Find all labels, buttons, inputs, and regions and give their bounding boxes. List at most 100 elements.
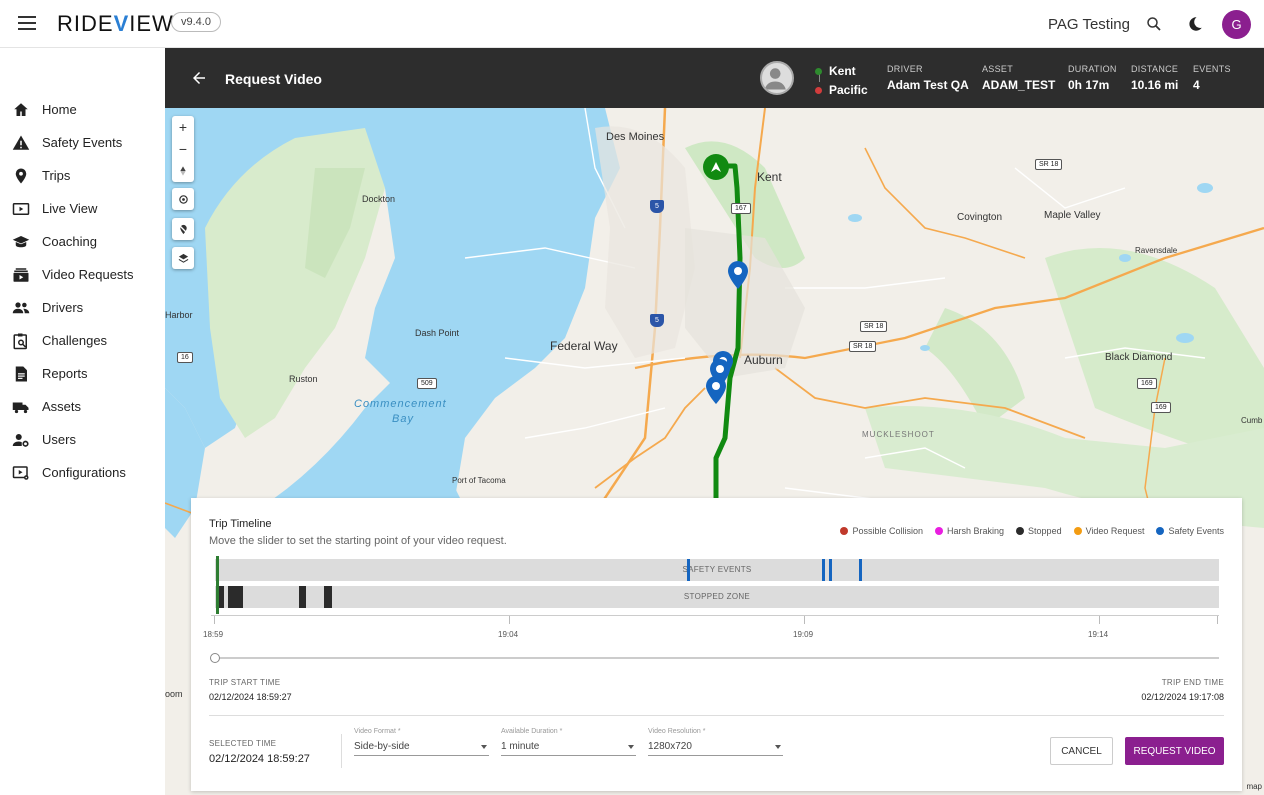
sidebar-item-safety-events[interactable]: Safety Events [0, 126, 165, 159]
timeline-legend: Possible Collision Harsh Braking Stopped… [840, 526, 1224, 536]
sidebar-item-label: Home [42, 102, 77, 117]
map-attribution: map [1246, 782, 1262, 791]
map-label-maple-valley: Maple Valley [1044, 210, 1101, 221]
request-video-button[interactable]: REQUEST VIDEO [1125, 737, 1224, 765]
driver-value: Adam Test QA [887, 78, 969, 92]
timeline-tick [214, 616, 215, 624]
safety-event-mark[interactable] [829, 559, 832, 581]
interstate-shield-i5: 5 [650, 314, 664, 327]
legend-label: Safety Events [1168, 526, 1224, 536]
destination-dot [815, 87, 822, 95]
time-slider-handle[interactable] [210, 653, 220, 663]
clipboard-search-icon [13, 333, 27, 349]
zoom-in-button[interactable]: + [172, 116, 194, 138]
trip-start-marker[interactable] [703, 154, 729, 180]
map-label-black-diamond: Black Diamond [1105, 352, 1173, 363]
selected-time-value: 02/12/2024 18:59:27 [209, 753, 310, 765]
timeline-tick-label: 19:04 [498, 630, 519, 639]
event-marker-1[interactable] [728, 261, 748, 289]
map-label-ravensdale: Ravensdale [1135, 246, 1178, 255]
compass-icon [180, 166, 186, 176]
back-arrow-icon[interactable] [190, 69, 208, 87]
sidebar-item-home[interactable]: Home [0, 93, 165, 126]
sidebar-item-coaching[interactable]: Coaching [0, 225, 165, 258]
highway-shield-sr18: SR 18 [1035, 159, 1063, 170]
sidebar-item-users[interactable]: Users [0, 423, 165, 456]
resolution-select[interactable]: Video Resolution * 1280x720 [648, 728, 783, 756]
layers-button[interactable] [172, 247, 194, 269]
map-label-ruston: Ruston [289, 374, 318, 384]
stopped-zone-track-label: STOPPED ZONE [683, 592, 751, 601]
resolution-value[interactable]: 1280x720 [648, 741, 783, 756]
search-icon[interactable] [1145, 15, 1163, 33]
map-label-harbor: Harbor [165, 310, 193, 320]
map-label-covington: Covington [957, 212, 1003, 223]
legend-stopped: Stopped [1016, 526, 1062, 536]
stopped-zone-mark[interactable] [228, 586, 243, 608]
duration-label: DURATION [1068, 64, 1117, 74]
sidebar-item-label: Drivers [42, 300, 84, 315]
menu-icon[interactable] [18, 16, 36, 30]
location-off-button[interactable] [172, 218, 194, 240]
rideview-logo[interactable]: RIDEVIEW [57, 11, 174, 37]
timeline-cursor[interactable] [216, 556, 219, 614]
origin-dot [815, 68, 822, 76]
sidebar-item-challenges[interactable]: Challenges [0, 324, 165, 357]
video-format-select[interactable]: Video Format * Side-by-side [354, 728, 489, 756]
legend-dot [1073, 527, 1082, 535]
duration-meta: DURATION 0h 17m [1068, 64, 1117, 92]
sidebar-item-label: Trips [42, 168, 71, 183]
event-marker-4[interactable] [706, 376, 726, 404]
compass-button[interactable] [172, 160, 194, 182]
stopped-zone-mark[interactable] [299, 586, 306, 608]
cancel-button[interactable]: CANCEL [1050, 737, 1113, 765]
video-settings-icon [12, 465, 29, 480]
time-slider-track[interactable] [215, 657, 1219, 659]
video-format-value[interactable]: Side-by-side [354, 741, 489, 756]
map-label-cumb: Cumb [1241, 416, 1263, 425]
highway-shield-169: 169 [1137, 378, 1157, 389]
duration-value: 0h 17m [1068, 78, 1110, 92]
page-title: Request Video [225, 71, 322, 87]
trip-end-time: TRIP END TIME 02/12/2024 19:17:08 [1141, 678, 1224, 702]
stopped-zone-mark[interactable] [324, 586, 332, 608]
map-label-auburn: Auburn [744, 353, 783, 367]
timeline-tick-label: 19:14 [1088, 630, 1109, 639]
organization-name[interactable]: PAG Testing [1048, 16, 1130, 33]
sidebar-item-video-requests[interactable]: Video Requests [0, 258, 165, 291]
legend-video-request: Video Request [1073, 526, 1144, 536]
sidebar-item-label: Coaching [42, 234, 97, 249]
top-app-bar: RIDEVIEW v9.4.0 PAG Testing G [0, 0, 1264, 48]
distance-label: DISTANCE [1131, 64, 1179, 74]
driver-meta: DRIVER Adam Test QA [887, 64, 969, 92]
trip-timeline-panel: Trip Timeline Move the slider to set the… [191, 498, 1242, 791]
duration-select[interactable]: Available Duration * 1 minute [501, 728, 636, 756]
sidebar-item-live-view[interactable]: Live View [0, 192, 165, 225]
zoom-controls: + − [172, 116, 194, 182]
driver-avatar [760, 61, 794, 95]
asset-value: ADAM_TEST [982, 78, 1056, 92]
events-label: EVENTS [1193, 64, 1231, 74]
person-icon [764, 68, 786, 90]
dark-mode-icon[interactable] [1186, 15, 1204, 33]
sidebar: Home Safety Events Trips Live View Coach… [0, 48, 165, 795]
locate-button[interactable] [172, 188, 194, 210]
user-avatar[interactable]: G [1222, 10, 1251, 39]
safety-event-mark[interactable] [687, 559, 690, 581]
zoom-out-button[interactable]: − [172, 138, 194, 160]
truck-icon [12, 402, 29, 413]
sidebar-item-label: Video Requests [42, 267, 134, 282]
duration-select-value[interactable]: 1 minute [501, 741, 636, 756]
safety-event-mark[interactable] [859, 559, 862, 581]
sidebar-item-assets[interactable]: Assets [0, 390, 165, 423]
sidebar-item-drivers[interactable]: Drivers [0, 291, 165, 324]
trip-header-bar: Request Video Kent Pacific DRIVER Adam Te… [165, 48, 1264, 108]
stopped-zone-track[interactable]: STOPPED ZONE [215, 586, 1219, 608]
safety-events-track[interactable]: SAFETY EVENTS [215, 559, 1219, 581]
sidebar-item-configurations[interactable]: Configurations [0, 456, 165, 489]
sidebar-item-reports[interactable]: Reports [0, 357, 165, 390]
panel-divider [209, 715, 1224, 716]
field-divider [341, 734, 342, 768]
safety-event-mark[interactable] [822, 559, 825, 581]
sidebar-item-trips[interactable]: Trips [0, 159, 165, 192]
